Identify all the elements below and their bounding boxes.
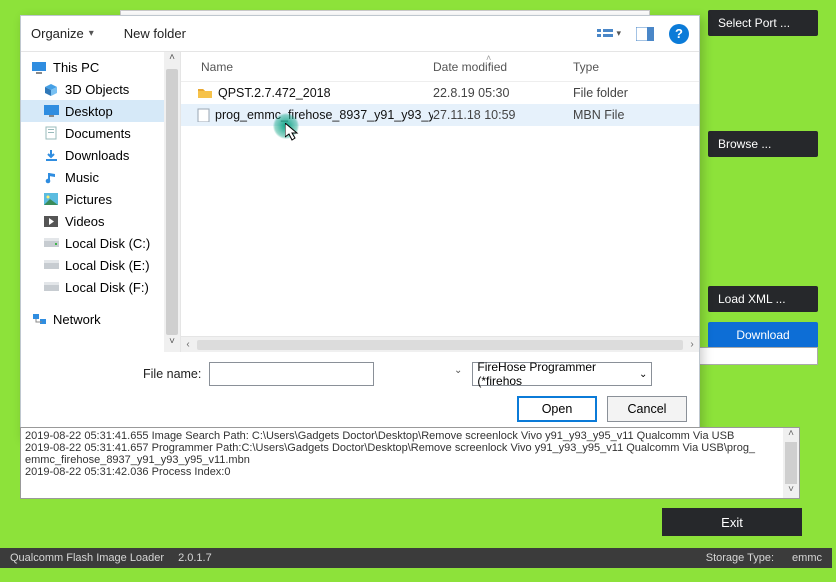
select-port-button[interactable]: Select Port ... [708,10,818,36]
table-row[interactable]: QPST.2.7.472_2018 22.8.19 05:30File folde… [181,82,699,104]
nav-videos[interactable]: Videos [21,210,180,232]
log-line: emmc_firehose_8937_y91_y93_y95_v11.mbn [25,454,795,466]
storage-type-label: Storage Type: [706,552,774,564]
load-xml-button[interactable]: Load XML ... [708,286,818,312]
help-icon[interactable]: ? [669,24,689,44]
col-name[interactable]: Name [181,60,433,74]
log-scrollbar[interactable]: ˄ ˅ [783,428,799,498]
monitor-icon [31,60,47,74]
sort-asc-icon: ˄ [486,53,491,63]
log-line: 2019-08-22 05:31:41.657 Programmer Path:… [25,442,795,454]
nav-music[interactable]: Music [21,166,180,188]
file-date: 27.11.18 10:59 [433,108,573,122]
nav-pictures[interactable]: Pictures [21,188,180,210]
documents-icon [43,126,59,140]
scroll-left-icon[interactable]: ‹ [181,339,195,350]
filter-text: FireHose Programmer (*firehos [477,360,639,388]
change-view-button[interactable]: ▾ [597,25,621,43]
nav-disk-c[interactable]: Local Disk (C:) [21,232,180,254]
col-date[interactable]: Date modified [433,60,573,74]
desktop-icon [43,104,59,118]
file-type: MBN File [573,108,699,122]
list-headers[interactable]: Name Date modified Type ˄ [181,52,699,82]
file-open-dialog: Organize ▾ New folder ▾ ? This PC 3D Obj… [20,15,700,437]
file-name: prog_emmc_firehose_8937_y91_y93_y95_... [215,108,433,122]
file-type-filter[interactable]: FireHose Programmer (*firehos ⌄ [472,362,652,386]
scroll-up-icon[interactable]: ˄ [788,428,794,442]
scroll-right-icon[interactable]: › [685,339,699,350]
download-icon [43,148,59,162]
nav-documents[interactable]: Documents [21,122,180,144]
file-icon [197,108,210,122]
filename-dropdown-icon[interactable]: ⌄ [454,365,462,376]
drive-icon [43,280,59,294]
nav-this-pc[interactable]: This PC [21,56,180,78]
chevron-down-icon: ⌄ [639,369,647,380]
scroll-down-icon[interactable]: ˅ [788,484,794,498]
scroll-thumb[interactable] [166,69,178,335]
status-app-name: Qualcomm Flash Image Loader [10,552,164,564]
nav-3d-objects[interactable]: 3D Objects [21,78,180,100]
nav-disk-f[interactable]: Local Disk (F:) [21,276,180,298]
dialog-toolbar: Organize ▾ New folder ▾ ? [21,16,699,52]
nav-desktop[interactable]: Desktop [21,100,180,122]
file-date: 22.8.19 05:30 [433,86,573,100]
file-list[interactable]: Name Date modified Type ˄ QPST.2.7.472_2… [181,52,699,352]
new-folder-button[interactable]: New folder [124,26,186,41]
file-type: File folder [573,86,699,100]
table-row[interactable]: prog_emmc_firehose_8937_y91_y93_y95_...2… [181,104,699,126]
dialog-footer: File name: ⌄ FireHose Programmer (*fireh… [21,352,699,436]
log-output[interactable]: 2019-08-22 05:31:41.655 Image Search Pat… [20,427,800,499]
status-bar: Qualcomm Flash Image Loader 2.0.1.7 Stor… [0,548,832,568]
open-button[interactable]: Open [517,396,597,422]
host-progress-field [698,347,818,365]
drive-icon [43,258,59,272]
organize-label: Organize [31,26,84,41]
col-type[interactable]: Type [573,60,699,74]
browse-button[interactable]: Browse ... [708,131,818,157]
log-line: 2019-08-22 05:31:41.655 Image Search Pat… [25,430,795,442]
videos-icon [43,214,59,228]
music-icon [43,170,59,184]
cancel-button[interactable]: Cancel [607,396,687,422]
file-name-label: File name: [143,367,201,381]
navpane-scrollbar[interactable]: ˄ ˅ [164,52,180,352]
status-version: 2.0.1.7 [178,552,212,564]
chevron-down-icon: ▾ [89,28,94,39]
organize-menu[interactable]: Organize ▾ [31,26,94,41]
nav-network[interactable]: Network [21,308,180,330]
file-name: QPST.2.7.472_2018 [218,86,331,100]
exit-button[interactable]: Exit [662,508,802,536]
scroll-up-icon[interactable]: ˄ [169,52,175,68]
hscroll-thumb[interactable] [197,340,683,350]
scroll-down-icon[interactable]: ˅ [169,336,175,352]
network-icon [31,312,47,326]
file-name-input[interactable] [209,362,374,386]
storage-type-value: emmc [792,552,822,564]
drive-icon [43,236,59,250]
pictures-icon [43,192,59,206]
preview-pane-button[interactable] [633,25,657,43]
log-line: 2019-08-22 05:31:42.036 Process Index:0 [25,466,795,478]
nav-disk-e[interactable]: Local Disk (E:) [21,254,180,276]
cube-icon [43,82,59,96]
scroll-thumb[interactable] [785,442,797,484]
list-hscrollbar[interactable]: ‹ › [181,336,699,352]
nav-downloads[interactable]: Downloads [21,144,180,166]
folder-icon [197,86,213,100]
download-button[interactable]: Download [708,322,818,348]
navigation-pane[interactable]: This PC 3D Objects Desktop Documents Dow… [21,52,181,352]
